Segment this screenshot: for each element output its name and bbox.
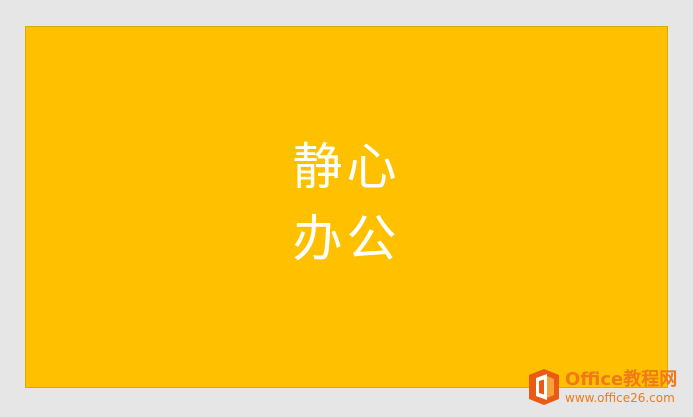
slide-title-line-1: 静心 [292, 138, 401, 196]
watermark-url: www.office26.com [565, 390, 675, 405]
watermark-title: Office教程网 [565, 368, 678, 390]
editor-canvas: 静心 办公 Office教程网 www.office26.com [0, 0, 693, 417]
office-logo-icon [527, 368, 561, 406]
slide-title-line-2: 办公 [292, 210, 401, 268]
site-watermark: Office教程网 www.office26.com [527, 364, 693, 410]
slide-title-textbox[interactable]: 静心 办公 [26, 131, 667, 275]
slide[interactable]: 静心 办公 [26, 27, 667, 387]
